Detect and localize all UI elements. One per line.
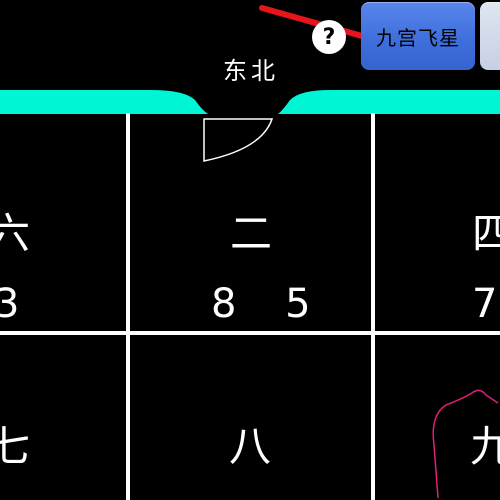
cell-numeral: 八 <box>229 422 272 471</box>
cell-stars: 7 <box>472 284 500 324</box>
grid-line-vertical-1 <box>126 113 130 500</box>
cell-numeral: 二 <box>230 209 273 258</box>
grid-line-horizontal <box>0 331 500 335</box>
grid-line-vertical-2 <box>371 113 375 500</box>
cell-numeral: 七 <box>0 422 31 471</box>
cell-numeral: 四 <box>472 209 500 258</box>
help-button[interactable]: ? <box>312 20 346 54</box>
cell-numeral: 六 <box>0 209 31 258</box>
compass-sector-icon <box>203 118 274 162</box>
cell-stars: 8 5 <box>211 281 329 327</box>
next-tab-button[interactable] <box>480 2 500 70</box>
help-icon: ? <box>322 24 336 50</box>
flying-star-tab-label: 九宫飞星 <box>376 25 460 50</box>
direction-label: 东北 <box>223 57 279 85</box>
cell-stars: 3 <box>0 281 38 327</box>
flying-star-screen: 东北 ? 九宫飞星 六 3 二 8 5 四 7 七 八 九 <box>0 0 500 500</box>
flying-star-tab[interactable]: 九宫飞星 <box>361 2 475 70</box>
pink-outline-shape <box>432 389 499 499</box>
